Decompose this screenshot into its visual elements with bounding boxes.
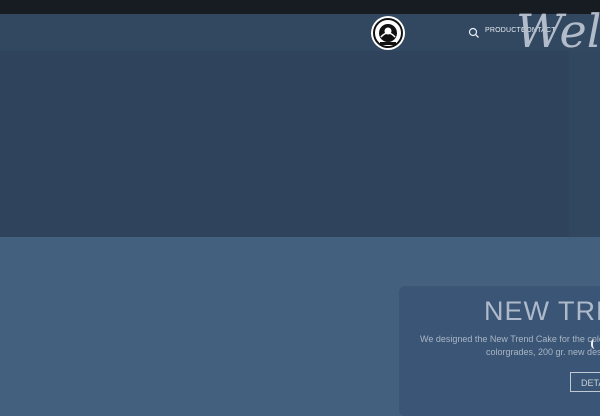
search-icon[interactable] <box>467 26 481 40</box>
details-button[interactable]: DETA <box>570 372 600 392</box>
hero-banner <box>0 51 600 237</box>
product-title: NEW TRE <box>484 296 600 326</box>
product-description-line-1: We designed the New Trend Cake for the c… <box>420 334 600 344</box>
product-description-line-2: colorgrades, 200 gr. new desig <box>486 347 600 357</box>
top-strip <box>0 0 600 14</box>
welcome-heading: Welc <box>516 4 600 58</box>
text-cursor-icon <box>591 339 597 349</box>
hero-side-panel <box>569 51 600 237</box>
brand-logo[interactable] <box>370 15 406 51</box>
